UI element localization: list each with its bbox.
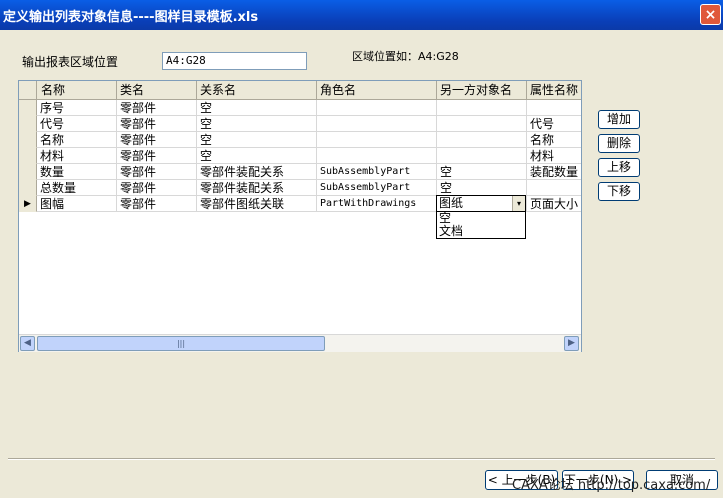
col-header-name[interactable]: 名称 [37,81,117,100]
col-header-class[interactable]: 类名 [117,81,197,100]
table-cell[interactable]: SubAssemblyPart [317,164,437,180]
table-cell[interactable]: 代号 [527,116,581,132]
other-object-select[interactable]: 图纸 ▾ [436,195,526,212]
table-cell[interactable]: 空 [197,116,317,132]
table-cell[interactable]: 代号 [37,116,117,132]
row-header[interactable] [19,164,37,180]
row-header[interactable] [19,148,37,164]
table-cell[interactable] [527,180,581,196]
table-cell[interactable]: 零部件 [117,196,197,212]
title-bar[interactable]: 定义输出列表对象信息----图样目录模板.xls × [0,0,723,30]
table-cell[interactable]: PartWithDrawings [317,196,437,212]
table-cell[interactable]: 零部件装配关系 [197,180,317,196]
other-object-dropdown[interactable]: 空 文档 [436,211,526,239]
col-header-other-object[interactable]: 另一方对象名 [437,81,527,100]
table-cell[interactable]: 空 [437,180,527,196]
table-cell[interactable]: 材料 [527,148,581,164]
table-cell[interactable]: 空 [197,100,317,116]
table-cell[interactable]: 零部件 [117,180,197,196]
chevron-down-icon[interactable]: ▾ [512,196,525,211]
table-cell[interactable] [317,100,437,116]
table-cell[interactable]: 材料 [37,148,117,164]
region-label: 输出报表区域位置 [22,55,119,69]
dropdown-option[interactable]: 文档 [439,225,463,238]
delete-button[interactable]: 删除 [598,134,640,153]
table-cell[interactable]: 空 [437,164,527,180]
table-cell[interactable]: 空 [197,148,317,164]
col-header-relation[interactable]: 关系名 [197,81,317,100]
table-cell[interactable]: 装配数量 [527,164,581,180]
table-cell[interactable] [437,148,527,164]
col-header-role[interactable]: 角色名 [317,81,437,100]
table-cell[interactable] [437,116,527,132]
table-cell[interactable]: 零部件装配关系 [197,164,317,180]
window-title: 定义输出列表对象信息----图样目录模板.xls [3,10,259,25]
table-cell[interactable]: 名称 [37,132,117,148]
table-cell[interactable]: 零部件图纸关联 [197,196,317,212]
move-up-button[interactable]: 上移 [598,158,640,177]
table-cell[interactable] [317,132,437,148]
table-cell[interactable]: 序号 [37,100,117,116]
table-cell[interactable] [317,148,437,164]
table-cell[interactable]: 零部件 [117,100,197,116]
corner-header [19,81,37,100]
table-cell[interactable]: 零部件 [117,148,197,164]
row-header[interactable] [19,180,37,196]
horizontal-scrollbar[interactable]: ◀ ||| ▶ [19,334,581,352]
table-cell[interactable] [317,116,437,132]
table-cell[interactable]: 名称 [527,132,581,148]
table-cell[interactable]: 图幅 [37,196,117,212]
table-cell[interactable]: 总数量 [37,180,117,196]
row-header[interactable] [19,116,37,132]
current-row-indicator[interactable]: ▶ [19,196,37,212]
table-cell[interactable]: 零部件 [117,164,197,180]
other-object-select-value: 图纸 [439,196,464,210]
row-header[interactable] [19,132,37,148]
scroll-thumb[interactable]: ||| [37,336,325,351]
table-cell[interactable] [437,100,527,116]
table-cell[interactable]: 数量 [37,164,117,180]
footer-divider [8,458,715,460]
table-cell[interactable]: 零部件 [117,116,197,132]
table-cell[interactable] [527,100,581,116]
table-cell[interactable]: SubAssemblyPart [317,180,437,196]
scroll-left-icon[interactable]: ◀ [20,336,35,351]
col-header-attribute[interactable]: 属性名称 [527,81,581,100]
table-cell[interactable]: 空 [197,132,317,148]
forum-watermark: CAXA论坛 http://top.caxa.com/ [512,478,711,493]
table-cell[interactable] [437,132,527,148]
region-input[interactable]: A4:G28 [162,52,307,70]
close-button[interactable]: × [700,4,721,25]
row-header[interactable] [19,100,37,116]
scroll-right-icon[interactable]: ▶ [564,336,579,351]
add-button[interactable]: 增加 [598,110,640,129]
table-cell[interactable]: 页面大小 [527,196,581,212]
region-hint: 区域位置如：A4:G28 [352,50,459,63]
table-cell[interactable]: 零部件 [117,132,197,148]
move-down-button[interactable]: 下移 [598,182,640,201]
